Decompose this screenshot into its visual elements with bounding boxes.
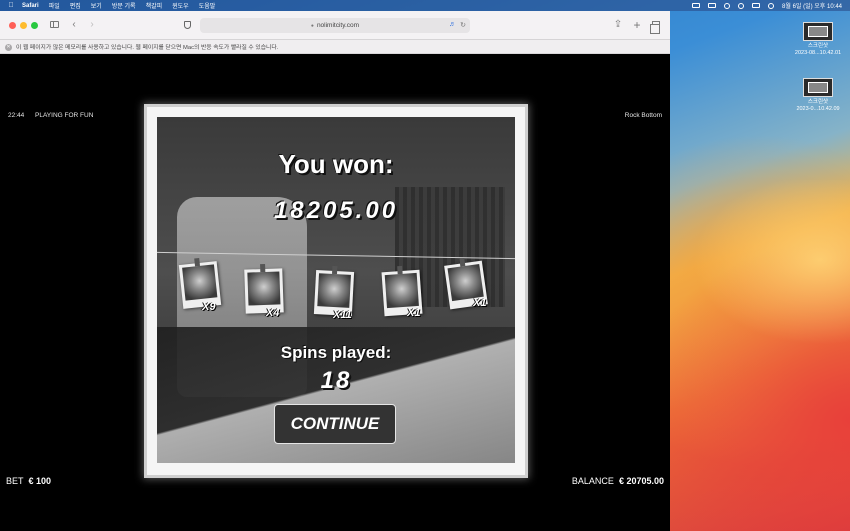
- win-summary-scene: You won: 18205.00 X9 X4 X11 X1 X1 Spins …: [157, 117, 515, 463]
- control-center-icon[interactable]: [752, 3, 761, 8]
- battery-icon[interactable]: [708, 3, 717, 8]
- menu-window[interactable]: 윈도우: [172, 1, 189, 10]
- file-label: 스크린샷: [807, 43, 829, 49]
- spins-played-count: 18: [320, 367, 352, 394]
- file-thumbnail: [803, 22, 833, 41]
- file-label: 스크린샷: [807, 99, 829, 105]
- menu-edit[interactable]: 편집: [70, 1, 81, 10]
- forward-icon[interactable]: ›: [86, 19, 98, 31]
- siri-icon[interactable]: [768, 2, 775, 9]
- game-title: Rock Bottom: [624, 112, 662, 119]
- balance-value: € 20705.00: [618, 476, 664, 486]
- minimize-window-button[interactable]: [20, 22, 27, 29]
- menu-file[interactable]: 파일: [49, 1, 60, 10]
- game-canvas[interactable]: 22:44 PLAYING FOR FUN Rock Bottom You wo…: [0, 54, 670, 531]
- reload-icon[interactable]: ↻: [460, 21, 466, 29]
- wallpaper-highlight: [670, 180, 850, 531]
- screen-mirror-icon[interactable]: [692, 3, 701, 8]
- bet-display: BET € 100: [6, 476, 51, 486]
- browser-toolbar: ‹ › ● nolimitcity.com ♬ ↻ ⇪ +: [0, 11, 670, 40]
- win-summary-frame: You won: 18205.00 X9 X4 X11 X1 X1 Spins …: [147, 107, 525, 475]
- file-thumbnail: [803, 78, 833, 97]
- fullscreen-window-button[interactable]: [31, 22, 38, 29]
- menubar-status: 8월 6일 (일) 오후 10:44: [692, 0, 842, 11]
- desktop-file-screenshot-2[interactable]: 스크린샷 2023-0...10.42.09: [788, 78, 848, 113]
- balance-display: BALANCE € 20705.00: [572, 476, 664, 486]
- menu-help[interactable]: 도움말: [199, 1, 216, 10]
- sidebar-toggle-icon[interactable]: [48, 19, 60, 31]
- game-time: 22:44: [8, 112, 25, 119]
- close-warning-icon[interactable]: ✕: [5, 43, 12, 51]
- memory-warning-text: 이 웹 페이지가 많은 메모리를 사용하고 있습니다. 웹 페이지를 닫으면 M…: [16, 45, 279, 51]
- multiplier-2: X4: [266, 307, 280, 319]
- back-icon[interactable]: ‹: [68, 19, 80, 31]
- menu-view[interactable]: 보기: [91, 1, 102, 10]
- address-bar[interactable]: ● nolimitcity.com ♬ ↻: [200, 18, 470, 33]
- new-tab-icon[interactable]: +: [631, 19, 643, 31]
- you-won-label: You won:: [278, 149, 394, 179]
- tab-overview-icon[interactable]: [650, 19, 662, 34]
- wifi-icon[interactable]: [724, 2, 731, 9]
- search-icon[interactable]: [738, 2, 745, 9]
- win-amount: 18205.00: [273, 197, 399, 224]
- file-label-date: 2023-08...10.42.01: [794, 50, 842, 56]
- multiplier-4: X1: [407, 307, 421, 319]
- spins-played-label: Spins played:: [280, 343, 392, 362]
- menu-bookmarks[interactable]: 책갈피: [146, 1, 163, 10]
- privacy-shield-icon[interactable]: [181, 19, 193, 31]
- bet-label: BET: [6, 476, 24, 486]
- menu-history[interactable]: 방문 기록: [112, 1, 136, 10]
- audio-playing-icon[interactable]: ♬: [449, 21, 456, 28]
- share-icon[interactable]: ⇪: [612, 19, 624, 31]
- close-window-button[interactable]: [9, 22, 16, 29]
- desktop-file-screenshot-1[interactable]: 스크린샷 2023-08...10.42.01: [788, 22, 848, 57]
- safari-window: ‹ › ● nolimitcity.com ♬ ↻ ⇪ + ✕ 이 웹 페이지가…: [0, 11, 670, 531]
- game-mode: PLAYING FOR FUN: [35, 112, 94, 119]
- bet-value: € 100: [28, 476, 52, 486]
- lock-icon: ●: [310, 22, 314, 29]
- apple-menu-icon[interactable]: : [0, 2, 22, 9]
- menubar:  Safari 파일 편집 보기 방문 기록 책갈피 윈도우 도움말 8월 6…: [0, 0, 850, 11]
- multiplier-1: X9: [202, 301, 216, 313]
- multiplier-5: X1: [473, 297, 487, 309]
- address-url: nolimitcity.com: [316, 22, 360, 29]
- continue-button[interactable]: CONTINUE: [274, 404, 396, 444]
- memory-warning-bar: ✕ 이 웹 페이지가 많은 메모리를 사용하고 있습니다. 웹 페이지를 닫으면…: [0, 40, 670, 54]
- menu-app-name[interactable]: Safari: [22, 3, 39, 9]
- file-label-date: 2023-0...10.42.09: [796, 106, 840, 112]
- multiplier-3: X11: [333, 309, 352, 321]
- menubar-clock[interactable]: 8월 6일 (일) 오후 10:44: [782, 1, 842, 10]
- balance-label: BALANCE: [571, 476, 614, 486]
